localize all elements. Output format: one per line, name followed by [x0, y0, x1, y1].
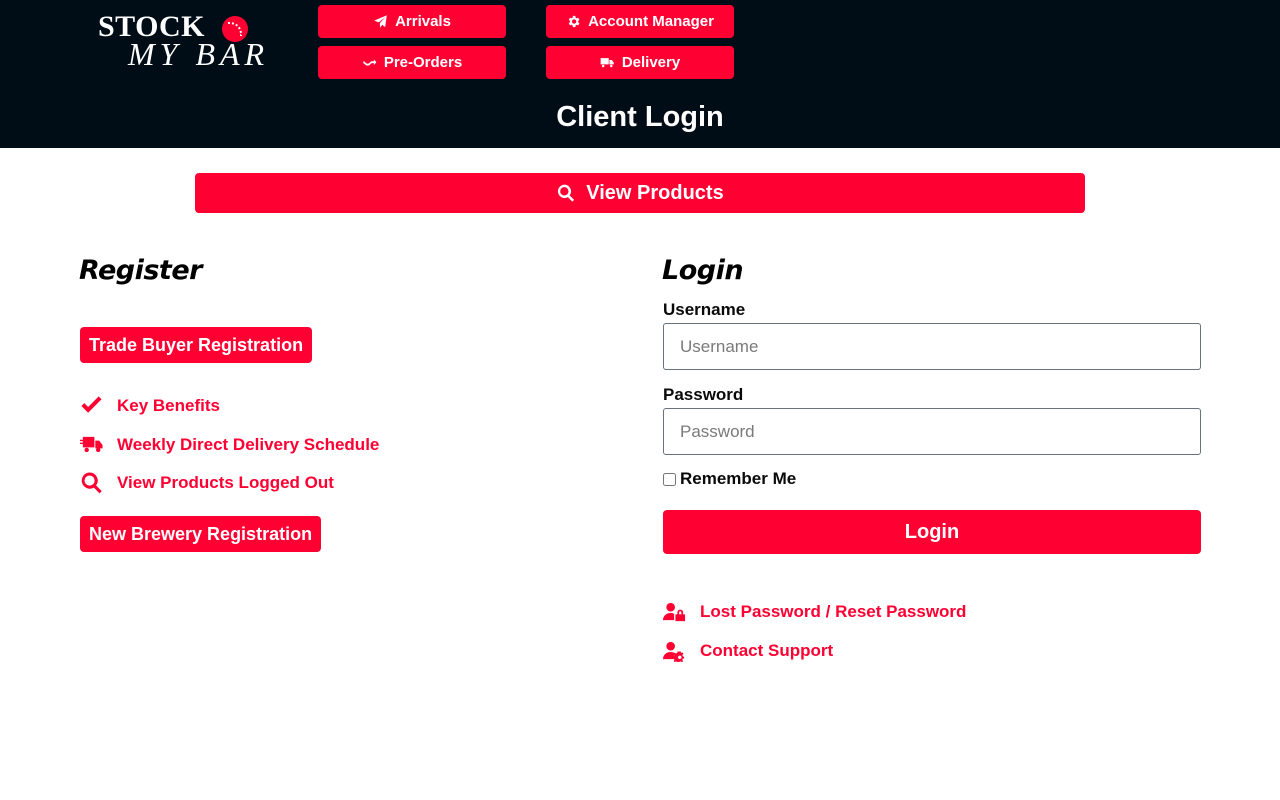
- account-manager-button[interactable]: Account Manager: [546, 5, 734, 38]
- delivery-schedule-label: Weekly Direct Delivery Schedule: [117, 434, 380, 454]
- username-input[interactable]: [663, 323, 1201, 370]
- truck-icon: [600, 58, 614, 68]
- stock-my-bar-logo[interactable]: STOCK MY BAR: [98, 12, 270, 72]
- gear-icon: [568, 15, 580, 28]
- arrivals-button[interactable]: Arrivals: [318, 5, 506, 38]
- paper-plane-icon: [374, 15, 387, 28]
- site-header: STOCK MY BAR Arrivals Pre-Orders Account…: [0, 0, 1280, 148]
- pre-orders-button[interactable]: Pre-Orders: [318, 46, 506, 79]
- delivery-schedule-link[interactable]: Weekly Direct Delivery Schedule: [80, 433, 379, 456]
- key-benefits-label: Key Benefits: [117, 395, 220, 415]
- remember-me-checkbox[interactable]: [663, 472, 676, 486]
- view-products-logged-out-label: View Products Logged Out: [117, 472, 334, 492]
- username-label: Username: [663, 300, 746, 319]
- search-icon: [558, 184, 575, 202]
- route-arrow-icon: [363, 59, 377, 66]
- remember-me-label: Remember Me: [680, 469, 797, 488]
- view-products-label: View Products: [586, 181, 724, 204]
- user-lock-icon: [663, 602, 686, 622]
- lost-password-label: Lost Password / Reset Password: [700, 601, 967, 621]
- account-manager-label: Account Manager: [588, 13, 714, 30]
- search-icon: [81, 472, 102, 494]
- trade-buyer-registration-button[interactable]: Trade Buyer Registration: [80, 327, 313, 363]
- login-heading: Login: [662, 255, 744, 286]
- contact-support-label: Contact Support: [700, 640, 834, 660]
- view-products-logged-out-link[interactable]: View Products Logged Out: [80, 471, 334, 494]
- password-label: Password: [663, 385, 744, 404]
- password-input[interactable]: [663, 408, 1201, 455]
- remember-me-row: Remember Me: [663, 469, 796, 489]
- arrivals-label: Arrivals: [395, 13, 451, 30]
- page-title: Client Login: [556, 101, 724, 133]
- truck-icon: [80, 436, 103, 453]
- delivery-button[interactable]: Delivery: [546, 46, 734, 79]
- contact-support-link[interactable]: Contact Support: [663, 639, 833, 662]
- logo-text-bottom: MY BAR: [128, 36, 270, 72]
- user-cog-icon: [663, 641, 685, 662]
- register-heading: Register: [79, 255, 202, 286]
- login-button[interactable]: Login: [663, 510, 1201, 554]
- pre-orders-label: Pre-Orders: [383, 54, 463, 71]
- check-icon: [81, 396, 102, 413]
- new-brewery-registration-button[interactable]: New Brewery Registration: [80, 516, 322, 552]
- key-benefits-link[interactable]: Key Benefits: [80, 394, 220, 417]
- lost-password-link[interactable]: Lost Password / Reset Password: [663, 600, 966, 623]
- delivery-label: Delivery: [621, 54, 681, 71]
- view-products-button[interactable]: View Products: [195, 173, 1085, 213]
